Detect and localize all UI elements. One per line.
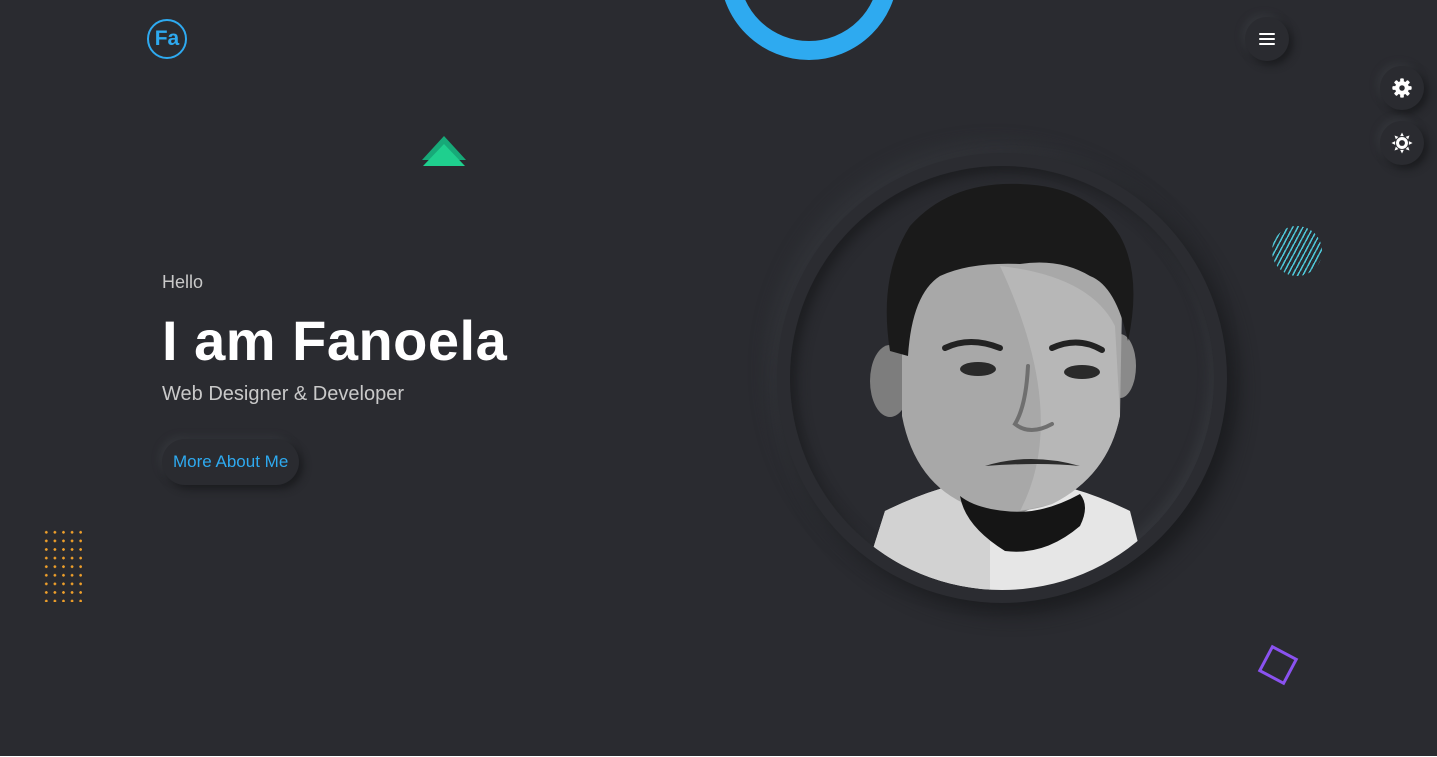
logo[interactable]: Fa (147, 19, 187, 59)
greeting-text: Hello (162, 272, 204, 292)
menu-button[interactable] (1245, 17, 1289, 61)
profile-photo (790, 166, 1214, 590)
gear-icon (1392, 78, 1412, 98)
hero-subtitle: Web Designer & Developer (162, 383, 404, 405)
decorative-hatched-circle (1272, 226, 1322, 276)
sun-icon (1391, 132, 1413, 154)
theme-toggle-button[interactable] (1380, 121, 1424, 165)
hamburger-menu-icon (1259, 33, 1275, 45)
decorative-square-shape (1257, 644, 1299, 686)
hero-page: Fa Hello I am Fanoela Web Designer & Dev… (0, 0, 1437, 757)
decorative-triangle-shape (422, 136, 466, 166)
more-about-me-button[interactable]: More About Me (162, 439, 300, 485)
hero-heading: I am Fanoela (162, 309, 508, 372)
hero-intro: Hello I am Fanoela Web Designer & Develo… (162, 272, 507, 405)
settings-button[interactable] (1380, 66, 1424, 110)
decorative-ring-shape (720, 0, 898, 60)
decorative-dot-grid (42, 528, 82, 602)
